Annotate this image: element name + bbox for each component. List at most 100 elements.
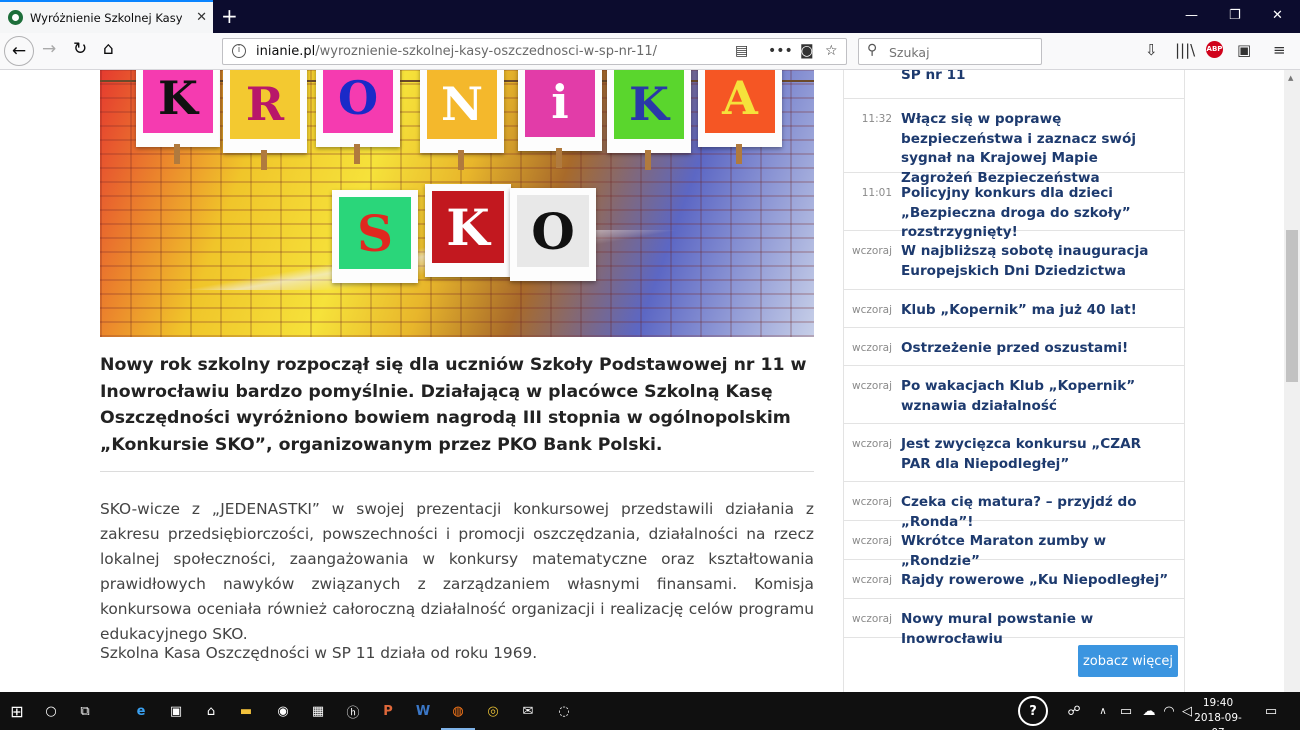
letter-tile: K (143, 70, 213, 133)
home-button[interactable]: ⌂ (103, 39, 114, 59)
letter-card: i (518, 70, 602, 151)
bookmark-star-icon[interactable]: ☆ (825, 43, 838, 59)
new-tab-icon[interactable]: + (221, 4, 238, 28)
mail-icon[interactable]: ✉ (517, 700, 539, 722)
search-icon: ⚲ (867, 42, 878, 58)
news-time: wczoraj (852, 496, 892, 508)
forward-button[interactable]: → (42, 39, 56, 59)
news-headline-link[interactable]: Po wakacjach Klub „Kopernik” wznawia dzi… (901, 377, 1171, 416)
chevron-up-icon[interactable]: ∧ (1092, 700, 1114, 722)
letter-tile: O (517, 195, 589, 267)
site-info-icon[interactable]: i (232, 44, 246, 58)
url-text[interactable]: inianie.pl/wyroznienie-szkolnej-kasy-osz… (256, 44, 657, 59)
letter-card: N (420, 70, 504, 153)
edge-icon[interactable]: e (130, 700, 152, 722)
scrollbar-thumb[interactable] (1286, 230, 1298, 382)
news-list-item[interactable]: wczoraj Po wakacjach Klub „Kopernik” wzna… (844, 366, 1184, 424)
letter-card: R (223, 70, 307, 153)
scroll-up-icon[interactable]: ▲ (1288, 74, 1293, 82)
news-list-item[interactable]: wczoraj Czeka cię matura? – przyjdź do „R… (844, 482, 1184, 530)
system-clock[interactable]: 19:40 2018-09-07 (1190, 696, 1246, 741)
news-list-item[interactable]: wczoraj W najbliższą sobotę inauguracja E… (844, 231, 1184, 290)
news-list-item[interactable]: 11:32 Włącz się w poprawę bezpieczeństwa … (844, 99, 1184, 186)
news-list-item[interactable]: wczoraj Klub „Kopernik” ma już 40 lat! (844, 290, 1184, 328)
page-actions-icon[interactable]: ••• (768, 43, 793, 59)
reload-button[interactable]: ↻ (73, 39, 87, 59)
close-window-icon[interactable]: ✕ (1272, 8, 1283, 23)
news-list-item[interactable]: wczoraj Ostrzeżenie przed oszustami! (844, 328, 1184, 366)
news-list-item[interactable]: wczoraj Nowy mural powstanie w Inowrocław… (844, 599, 1184, 647)
address-bar[interactable]: i inianie.pl/wyroznienie-szkolnej-kasy-o… (222, 38, 847, 65)
page-content: KRONiKA SKO Nowy rok szkolny rozpoczął s… (0, 70, 1300, 692)
letter-card: O (510, 188, 596, 281)
news-list-item[interactable]: wczoraj Rajdy rowerowe „Ku Niepodległej” (844, 560, 1184, 599)
word-icon[interactable]: W (412, 700, 434, 722)
close-tab-icon[interactable]: ✕ (196, 10, 207, 25)
chrome-icon[interactable]: ◎ (482, 700, 504, 722)
clothespin (174, 144, 180, 164)
tab-bar: Wyróżnienie Szkolnej Kasy Oszc ✕ + — ❐ ✕ (0, 0, 1300, 33)
search-placeholder: Szukaj (889, 45, 930, 60)
news-headline-link[interactable]: Nowy mural powstanie w Inowrocławiu (901, 610, 1171, 649)
letter-tile: K (614, 70, 684, 139)
search-box[interactable]: ⚲ Szukaj (858, 38, 1042, 65)
store-icon[interactable]: ▣ (165, 700, 187, 722)
notifications-icon[interactable]: ▭ (1260, 700, 1282, 722)
cloud-icon[interactable]: ☁ (1138, 700, 1160, 722)
clothespin (458, 150, 464, 170)
file-explorer-icon[interactable]: ▬ (235, 700, 257, 722)
letter-tile: N (427, 70, 497, 139)
news-list-item[interactable]: 11:01 Policyjny konkurs dla dzieci „Bezpi… (844, 173, 1184, 240)
news-headline-link[interactable]: Jest zwycięzca konkursu „CZAR PAR dla Ni… (901, 435, 1171, 474)
library-icon[interactable]: |||\ (1175, 41, 1195, 59)
sidebar-toggle-icon[interactable]: ▣ (1237, 41, 1251, 59)
letter-tile: i (525, 70, 595, 137)
news-headline-link[interactable]: W najbliższą sobotę inauguracja Europejs… (901, 242, 1171, 281)
powerpoint-icon[interactable]: P (377, 700, 399, 722)
start-windows-icon[interactable]: ⊞ (6, 700, 28, 722)
news-list-item[interactable]: wczoraj Jest zwycięzca konkursu „CZAR PAR… (844, 424, 1184, 482)
firefox-icon[interactable]: ◍ (441, 700, 475, 730)
minimize-icon[interactable]: — (1185, 8, 1198, 23)
news-time: wczoraj (852, 574, 892, 586)
clothespin (261, 150, 267, 170)
hp-icon[interactable]: ⓗ (342, 700, 364, 722)
browser-tab[interactable]: Wyróżnienie Szkolnej Kasy Oszc ✕ (0, 0, 213, 33)
see-more-button[interactable]: zobacz więcej (1078, 645, 1178, 677)
downloads-icon[interactable]: ⇩ (1145, 41, 1158, 59)
letter-tile: S (339, 197, 411, 269)
news-list-item[interactable]: wczoraj Wkrótce Maraton zumby w „Rondzie” (844, 521, 1184, 569)
page-scrollbar[interactable]: ▲ (1284, 70, 1300, 692)
news-headline-link[interactable]: Ostrzeżenie przed oszustami! (901, 339, 1171, 359)
home-icon[interactable]: ⌂ (200, 700, 222, 722)
navigation-toolbar: ← → ↻ ⌂ i inianie.pl/wyroznienie-szkolne… (0, 33, 1300, 70)
people-icon[interactable]: ☍ (1063, 700, 1085, 722)
article-lead: Nowy rok szkolny rozpoczął się dla uczni… (100, 355, 807, 455)
letter-tile: R (230, 70, 300, 139)
help-icon[interactable]: ? (1018, 696, 1048, 726)
news-list-item[interactable]: SP nr 11 (844, 70, 1184, 99)
clothespin (736, 144, 742, 164)
back-button[interactable]: ← (4, 36, 34, 66)
news-time: wczoraj (852, 380, 892, 392)
hamburger-menu-icon[interactable]: ≡ (1273, 41, 1286, 59)
search-icon[interactable]: ○ (40, 700, 62, 722)
restore-icon[interactable]: ❐ (1229, 8, 1241, 23)
news-headline-link[interactable]: Klub „Kopernik” ma już 40 lat! (901, 301, 1171, 321)
windows-taskbar: ⊞ ○ ⧉ e ▣ ⌂ ▬ ◉ ▦ ⓗ P W ◍ ◎ ✉ ◌ ? ☍ ∧ ▭ … (0, 692, 1300, 739)
letter-card: S (332, 190, 418, 283)
task-view-icon[interactable]: ⧉ (74, 700, 96, 722)
adblock-plus-icon[interactable]: ABP (1206, 41, 1223, 58)
news-headline-link[interactable]: Rajdy rowerowe „Ku Niepodległej” (901, 571, 1171, 591)
app-icon[interactable]: ◉ (272, 700, 294, 722)
app-icon[interactable]: ◌ (553, 700, 575, 722)
arrow-left-icon: ← (11, 41, 27, 61)
pocket-icon[interactable]: ◙ (800, 43, 814, 59)
battery-icon[interactable]: ▭ (1115, 700, 1137, 722)
letter-card: A (698, 70, 782, 147)
letter-tile: K (432, 191, 504, 263)
app-icon[interactable]: ▦ (307, 700, 329, 722)
reader-view-icon[interactable]: ▤ (735, 43, 748, 59)
news-headline-link[interactable]: SP nr 11 (901, 70, 1171, 86)
letter-tile: A (705, 70, 775, 133)
